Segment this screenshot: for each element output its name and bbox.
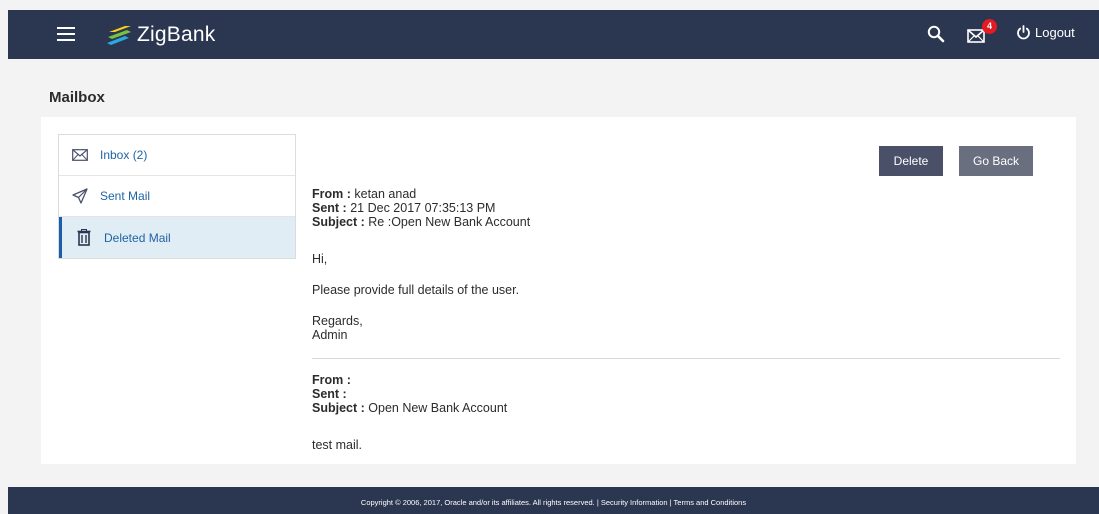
envelope-icon — [71, 146, 89, 164]
original-sent-row: Sent : — [312, 387, 507, 401]
message-closing: Regards, — [312, 314, 363, 328]
sidebar-item-label: Sent Mail — [100, 189, 151, 203]
sidebar-item-label: Inbox (2) — [100, 148, 148, 162]
footer: Copyright © 2006, 2017, Oracle and/or it… — [8, 487, 1099, 514]
logout-button[interactable]: Logout — [1016, 25, 1075, 40]
message-divider — [312, 358, 1060, 359]
zigbank-logo[interactable]: ZigBank — [105, 21, 215, 49]
page-title: Mailbox — [49, 89, 105, 106]
zigbank-logo-mark-icon — [107, 26, 131, 45]
original-message-header: From : Sent : Subject : Open New Bank Ac… — [312, 373, 507, 415]
subject-label: Subject : — [312, 215, 365, 229]
brand-name: ZigBank — [137, 23, 216, 46]
hamburger-menu-icon[interactable] — [57, 27, 75, 41]
sidebar-item-deleted-mail[interactable]: Deleted Mail — [59, 217, 295, 258]
search-icon[interactable] — [926, 24, 946, 44]
sent-row: Sent : 21 Dec 2017 07:35:13 PM — [312, 201, 530, 215]
sent-label: Sent : — [312, 201, 347, 215]
sidebar-item-inbox[interactable]: Inbox (2) — [59, 135, 295, 176]
original-from-row: From : — [312, 373, 507, 387]
go-back-button[interactable]: Go Back — [959, 146, 1033, 176]
message-greeting: Hi, — [312, 252, 328, 266]
message-text: Please provide full details of the user. — [312, 283, 520, 297]
from-label: From : — [312, 187, 351, 201]
top-navigation-bar: ZigBank 4 Logout — [8, 10, 1099, 59]
trash-icon — [75, 229, 93, 247]
unread-count-badge: 4 — [982, 19, 997, 34]
delete-button[interactable]: Delete — [879, 146, 943, 176]
sidebar-item-label: Deleted Mail — [104, 230, 171, 245]
original-subject-value: Open New Bank Account — [368, 401, 508, 415]
paper-plane-icon — [71, 187, 89, 205]
message-signature: Admin — [312, 328, 348, 342]
subject-value: Re :Open New Bank Account — [368, 215, 531, 229]
from-row: From : ketan anad — [312, 187, 530, 201]
original-from-label: From : — [312, 373, 351, 387]
original-subject-row: Subject : Open New Bank Account — [312, 401, 507, 415]
logout-label: Logout — [1035, 25, 1075, 40]
message-header: From : ketan anad Sent : 21 Dec 2017 07:… — [312, 187, 530, 229]
original-sent-label: Sent : — [312, 387, 347, 401]
original-message-body: test mail. — [312, 438, 363, 452]
footer-copyright: Copyright © 2006, 2017, Oracle and/or it… — [360, 498, 747, 507]
mailbox-sidebar: Inbox (2) Sent Mail Deleted Mail — [58, 134, 296, 259]
mail-detail-card: Inbox (2) Sent Mail Deleted Mail Delete … — [41, 117, 1076, 464]
power-icon — [1017, 25, 1030, 40]
sent-value: 21 Dec 2017 07:35:13 PM — [350, 201, 496, 215]
subject-row: Subject : Re :Open New Bank Account — [312, 215, 530, 229]
original-subject-label: Subject : — [312, 401, 365, 415]
sidebar-item-sent-mail[interactable]: Sent Mail — [59, 176, 295, 217]
from-value: ketan anad — [354, 187, 417, 201]
